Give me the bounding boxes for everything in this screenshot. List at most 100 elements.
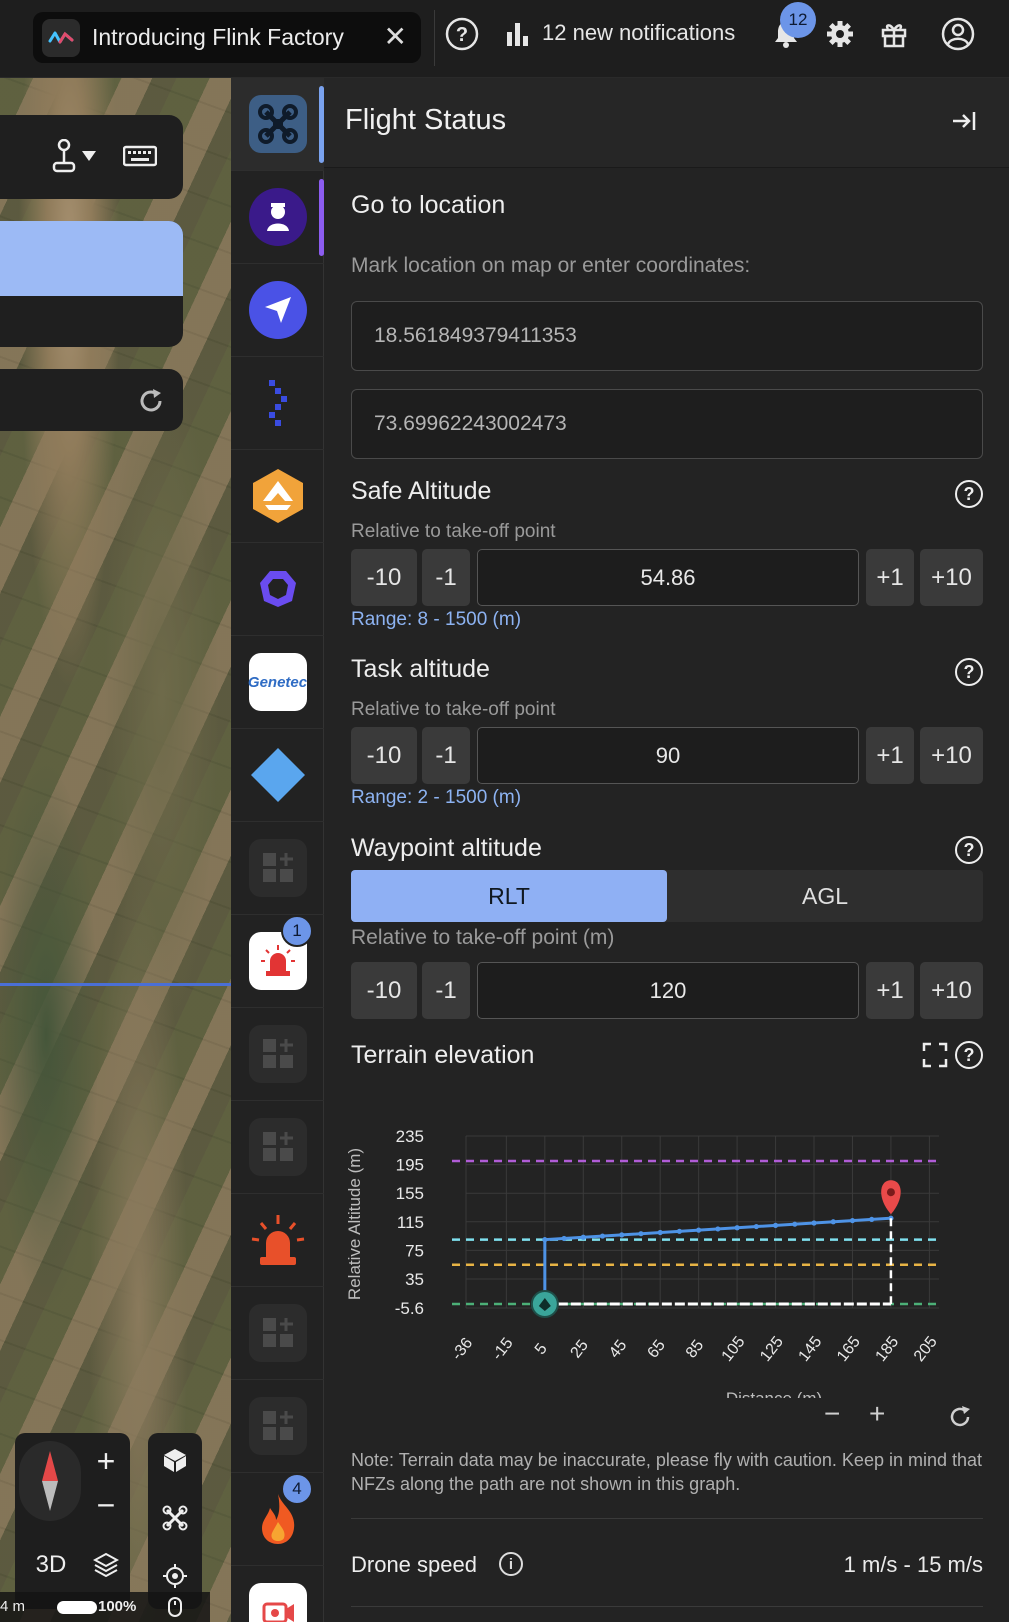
rail-item-alarm[interactable] xyxy=(231,1194,324,1287)
add-app-icon xyxy=(248,1025,307,1083)
rail-item-add[interactable] xyxy=(231,1287,324,1380)
plus-10-button[interactable]: +10 xyxy=(920,962,983,1019)
user-avatar-icon[interactable] xyxy=(940,16,976,52)
navigation-app-icon xyxy=(248,281,307,339)
drone-speed-value: 1 m/s - 15 m/s xyxy=(843,1552,983,1577)
plus-1-button[interactable]: +1 xyxy=(866,962,914,1019)
y-axis-label: Relative Altitude (m) xyxy=(345,1148,364,1300)
x-tick-label: 65 xyxy=(644,1337,668,1362)
info-icon[interactable]: i xyxy=(499,1552,523,1576)
add-app-icon xyxy=(248,1397,307,1455)
zoom-out-button[interactable]: − xyxy=(88,1487,124,1524)
rail-item-flight-status[interactable] xyxy=(231,78,324,171)
layers-icon[interactable] xyxy=(92,1551,120,1582)
minus-10-button[interactable]: -10 xyxy=(351,549,417,606)
waypoint-altitude-input[interactable] xyxy=(477,962,859,1019)
joystick-icon[interactable] xyxy=(52,138,104,180)
satellite-map[interactable]: + − 3D 4 m 100% xyxy=(0,78,231,1622)
task-altitude-stepper: -10 -1 +1 +10 xyxy=(351,727,983,784)
zoom-in-button[interactable]: + xyxy=(88,1443,124,1480)
x-tick-label: 185 xyxy=(872,1333,902,1365)
help-icon[interactable]: ? xyxy=(444,16,480,52)
rail-item-add[interactable] xyxy=(231,1008,324,1101)
notifications-label[interactable]: 12 new notifications xyxy=(542,20,735,46)
mouse-icon xyxy=(167,1596,183,1622)
plus-10-button[interactable]: +10 xyxy=(920,549,983,606)
minus-1-button[interactable]: -1 xyxy=(422,962,470,1019)
rail-item-guard[interactable] xyxy=(231,171,324,264)
rail-item-genetec[interactable]: Genetec xyxy=(231,636,324,729)
locate-icon[interactable] xyxy=(162,1563,188,1594)
rail-item-add[interactable] xyxy=(231,1101,324,1194)
close-icon[interactable]: ✕ xyxy=(384,22,407,52)
cube-icon[interactable] xyxy=(162,1447,188,1478)
gift-icon[interactable] xyxy=(876,16,912,52)
zoom-progress-bar xyxy=(57,1601,97,1614)
chart-zoom-out-icon[interactable]: − xyxy=(824,1398,840,1430)
rail-item-add[interactable] xyxy=(231,1380,324,1473)
help-icon[interactable]: ? xyxy=(955,658,983,686)
minus-1-button[interactable]: -1 xyxy=(422,549,470,606)
help-icon[interactable]: ? xyxy=(955,836,983,864)
minus-10-button[interactable]: -10 xyxy=(351,962,417,1019)
path-point xyxy=(619,1232,625,1238)
help-icon[interactable]: ? xyxy=(955,480,983,508)
promo-text: Introducing Flink Factory xyxy=(92,24,344,50)
longitude-input[interactable] xyxy=(351,389,983,459)
path-point xyxy=(561,1235,567,1242)
rail-item-navigation[interactable] xyxy=(231,264,324,357)
latitude-input[interactable] xyxy=(351,301,983,371)
compass-icon[interactable] xyxy=(19,1441,81,1521)
rlt-option[interactable]: RLT xyxy=(351,870,667,922)
path-point xyxy=(792,1221,798,1227)
rail-item-ring[interactable] xyxy=(231,543,324,636)
path-point xyxy=(580,1234,586,1240)
rail-badge: 1 xyxy=(281,915,313,947)
gear-icon[interactable] xyxy=(822,16,858,52)
goto-hint: Mark location on map or enter coordinate… xyxy=(351,254,751,277)
rail-item-camera[interactable] xyxy=(231,1566,324,1622)
keyboard-icon[interactable] xyxy=(122,145,158,172)
camera-app-icon xyxy=(248,1583,307,1622)
help-icon[interactable]: ? xyxy=(955,1041,983,1069)
rail-item-orange[interactable] xyxy=(231,450,324,543)
plus-1-button[interactable]: +1 xyxy=(866,727,914,784)
x-tick-label: 125 xyxy=(757,1333,787,1365)
promo-banner[interactable]: Introducing Flink Factory ✕ xyxy=(33,12,421,63)
minus-1-button[interactable]: -1 xyxy=(422,727,470,784)
y-tick-label: 75 xyxy=(405,1241,424,1260)
chart-zoom-in-icon[interactable]: + xyxy=(869,1398,885,1430)
target-pin-dot xyxy=(886,1188,895,1197)
dots-app-icon xyxy=(249,374,307,432)
drone-center-icon[interactable] xyxy=(162,1505,188,1536)
rail-item-add[interactable] xyxy=(231,822,324,915)
orange-hex-app-icon xyxy=(249,467,307,525)
safe-altitude-input[interactable] xyxy=(477,549,859,606)
flight-status-panel: Flight Status Go to location Mark locati… xyxy=(324,78,1009,1622)
plus-10-button[interactable]: +10 xyxy=(920,727,983,784)
3d-toggle-button[interactable]: 3D xyxy=(21,1535,81,1595)
fullscreen-icon[interactable] xyxy=(922,1042,948,1073)
rail-item-dots[interactable] xyxy=(231,357,324,450)
path-point xyxy=(849,1217,856,1224)
refresh-icon[interactable] xyxy=(137,387,165,420)
x-tick-label: 205 xyxy=(911,1333,941,1365)
agl-option[interactable]: AGL xyxy=(667,870,983,922)
terrain-chart-svg: 235 195 155 115 75 35 -5.6 -36 -15 5 25 45 65 85 105 12… xyxy=(345,1127,941,1408)
panel-header: Flight Status xyxy=(324,78,1009,168)
map-search-card[interactable] xyxy=(0,221,183,347)
x-tick-label: 5 xyxy=(532,1340,551,1358)
path-point xyxy=(811,1220,817,1226)
path-point xyxy=(715,1226,721,1232)
plus-1-button[interactable]: +1 xyxy=(866,549,914,606)
panel-title: Flight Status xyxy=(345,104,507,136)
minus-10-button[interactable]: -10 xyxy=(351,727,417,784)
rail-item-diamond[interactable] xyxy=(231,729,324,822)
bar-chart-icon[interactable] xyxy=(500,16,536,52)
chart-reset-icon[interactable] xyxy=(948,1405,972,1434)
task-altitude-input[interactable] xyxy=(477,727,859,784)
path-point xyxy=(830,1219,836,1225)
top-bar: Introducing Flink Factory ✕ ? 12 new not… xyxy=(0,0,1009,78)
task-altitude-hint: Relative to take-off point xyxy=(351,699,556,720)
collapse-panel-icon[interactable] xyxy=(949,106,979,136)
